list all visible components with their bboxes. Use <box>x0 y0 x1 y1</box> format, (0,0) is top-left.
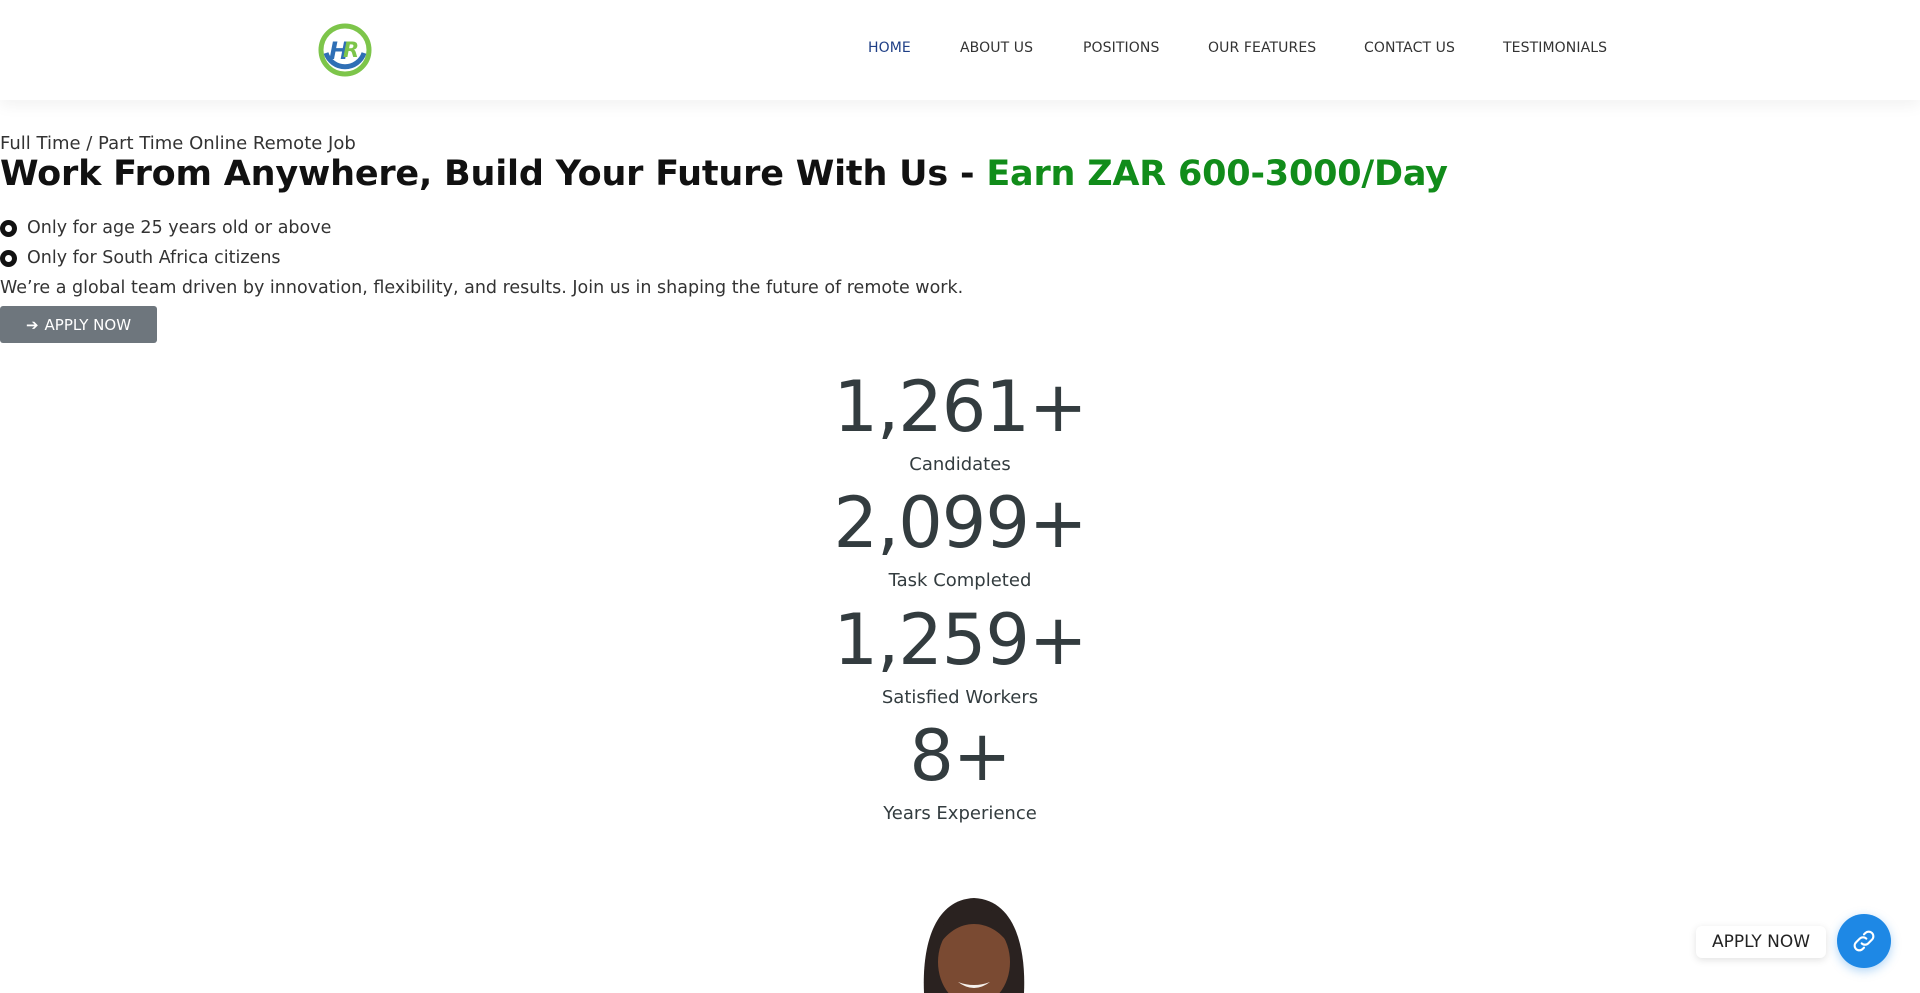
nav-testimonials[interactable]: TESTIMONIALS <box>1503 40 1607 56</box>
testimonial-portrait <box>906 890 1042 993</box>
nav-positions[interactable]: POSITIONS <box>1083 40 1159 56</box>
floating-apply-label[interactable]: APPLY NOW <box>1696 926 1827 958</box>
requirement-item: Only for South Africa citizens <box>0 248 281 268</box>
requirement-text: Only for age 25 years old or above <box>27 218 332 238</box>
nav-about-us[interactable]: ABOUT US <box>960 40 1033 56</box>
stat-value-tasks: 2,099+ <box>833 482 1087 564</box>
stat-label-tasks: Task Completed <box>888 570 1032 591</box>
stat-value-experience: 8+ <box>909 715 1011 797</box>
stat-value-workers: 1,259+ <box>833 599 1087 681</box>
bullet-dot-icon <box>0 219 17 237</box>
floating-apply-button[interactable] <box>1837 914 1891 968</box>
apply-now-button[interactable]: ➔ APPLY NOW <box>0 306 157 343</box>
nav-contact-us[interactable]: CONTACT US <box>1364 40 1455 56</box>
apply-now-label: APPLY NOW <box>44 315 132 334</box>
requirement-text: Only for South Africa citizens <box>27 248 281 268</box>
stat-label-experience: Years Experience <box>883 803 1037 824</box>
hero-headline: Work From Anywhere, Build Your Future Wi… <box>0 154 1448 194</box>
nav-home[interactable]: HOME <box>868 40 911 56</box>
stat-value-candidates: 1,261+ <box>833 366 1087 448</box>
main-nav: HOME ABOUT US POSITIONS OUR FEATURES CON… <box>0 0 1920 100</box>
headline-earnings: Earn ZAR 600-3000/Day <box>986 154 1448 194</box>
bullet-dot-icon <box>0 249 17 267</box>
stat-label-candidates: Candidates <box>909 454 1011 475</box>
link-icon <box>1853 930 1875 952</box>
job-type-eyebrow: Full Time / Part Time Online Remote Job <box>0 133 356 154</box>
stat-label-workers: Satisfied Workers <box>881 687 1039 708</box>
requirement-item: Only for age 25 years old or above <box>0 218 331 238</box>
intro-text: We’re a global team driven by innovation… <box>0 278 964 298</box>
headline-main: Work From Anywhere, Build Your Future Wi… <box>0 154 987 194</box>
arrow-right-icon: ➔ <box>25 315 39 334</box>
site-header: H R HOME ABOUT US POSITIONS OUR FEATURES… <box>0 0 1920 100</box>
nav-our-features[interactable]: OUR FEATURES <box>1208 40 1316 56</box>
